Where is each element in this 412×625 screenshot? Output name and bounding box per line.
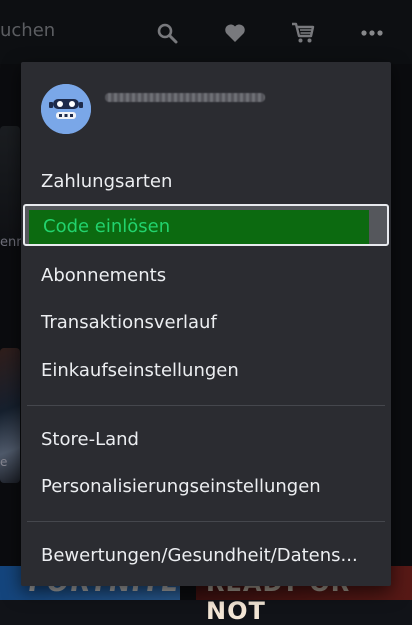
menu-item-label: Store-Land <box>41 429 139 450</box>
menu-item-label: Zahlungsarten <box>41 171 173 192</box>
avatar <box>41 84 91 134</box>
username-redacted <box>105 93 265 102</box>
menu-item-label: Code einlösen <box>43 216 171 237</box>
menu-item-personalisierungseinstellungen[interactable]: Personalisierungseinstellungen <box>21 466 391 508</box>
menu-item-code-einloesen[interactable]: Code einlösen <box>23 204 389 246</box>
menu-divider <box>27 405 385 406</box>
menu-item-label: Abonnements <box>41 265 167 286</box>
menu-item-zahlungsarten[interactable]: Zahlungsarten <box>21 161 391 203</box>
menu-item-label: Bewertungen/Gesundheit/Datens... <box>41 545 358 566</box>
menu-item-label: Personalisierungseinstellungen <box>41 476 321 497</box>
robot-avatar-icon <box>41 84 91 134</box>
menu-divider <box>27 521 385 522</box>
menu-item-store-land[interactable]: Store-Land <box>21 419 391 461</box>
account-menu: Zahlungsarten Code einlösen Abonnements … <box>21 62 391 586</box>
menu-item-label: Transaktionsverlauf <box>41 312 217 333</box>
menu-item-transaktionsverlauf[interactable]: Transaktionsverlauf <box>21 302 391 344</box>
menu-item-bewertungen[interactable]: Bewertungen/Gesundheit/Datens... <box>21 535 391 577</box>
menu-item-abonnements[interactable]: Abonnements <box>21 255 391 297</box>
menu-item-einkaufseinstellungen[interactable]: Einkaufseinstellungen <box>21 350 391 392</box>
menu-item-label: Einkaufseinstellungen <box>41 360 239 381</box>
